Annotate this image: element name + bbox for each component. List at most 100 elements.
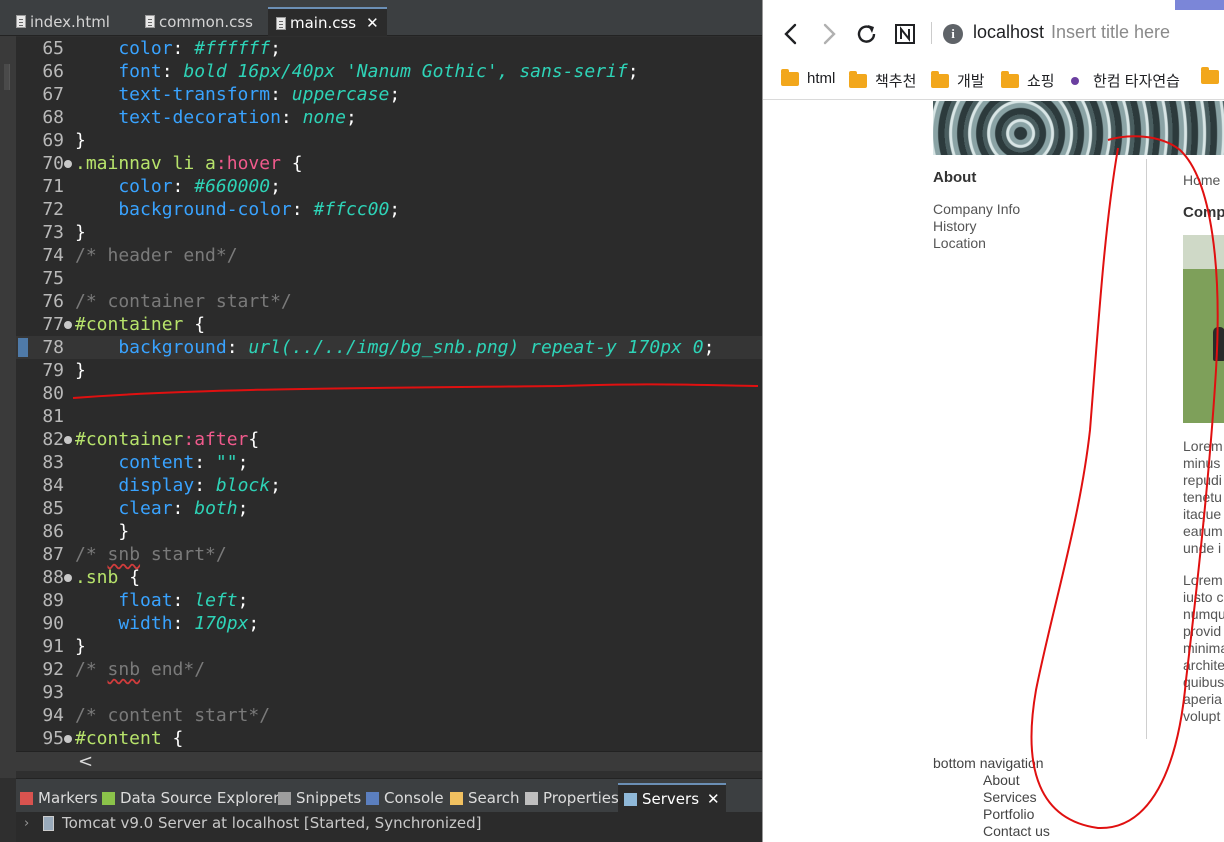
snb-link-location[interactable]: Location xyxy=(933,235,986,251)
view-tab-console[interactable]: Console xyxy=(366,785,444,811)
code-line[interactable]: 70 .mainnav li a:hover { xyxy=(16,152,762,175)
reload-icon[interactable] xyxy=(853,20,881,48)
scroll-left-icon[interactable]: < xyxy=(78,751,93,772)
servers-icon xyxy=(624,792,637,806)
code-line[interactable]: 89 float: left; xyxy=(16,589,762,612)
content-photo xyxy=(1183,235,1224,423)
breadcrumb[interactable]: Home xyxy=(1183,172,1220,188)
close-icon[interactable]: ✕ xyxy=(707,790,720,808)
line-number: 90 xyxy=(42,613,64,634)
fold-toggle-icon[interactable] xyxy=(64,574,72,582)
horizontal-scrollbar[interactable]: < xyxy=(16,751,762,772)
code-line[interactable]: 95 #content { xyxy=(16,727,762,750)
code-line[interactable]: 72 background-color: #ffcc00; xyxy=(16,198,762,221)
view-tab-markers[interactable]: Markers xyxy=(20,785,98,811)
snb-link-history[interactable]: History xyxy=(933,218,977,234)
bookmark-item[interactable]: 한컴 타자연습 xyxy=(1071,70,1180,91)
notion-icon[interactable] xyxy=(891,20,919,48)
snb-link-company-info[interactable]: Company Info xyxy=(933,201,1020,217)
bookmark-item[interactable]: html xyxy=(781,68,836,87)
code-line[interactable]: 91} xyxy=(16,635,762,658)
code-text: #container:after{ xyxy=(75,428,259,451)
code-line[interactable]: 71 color: #660000; xyxy=(16,175,762,198)
code-line[interactable]: 77 #container { xyxy=(16,313,762,336)
code-line[interactable]: 78 background: url(../../img/bg_snb.png)… xyxy=(16,336,762,359)
bookmark-item[interactable]: 개발 xyxy=(931,70,985,91)
code-line[interactable]: 85 clear: both; xyxy=(16,497,762,520)
code-line[interactable]: 88 .snb { xyxy=(16,566,762,589)
bookmark-item[interactable] xyxy=(1201,67,1224,84)
code-line[interactable]: 82 #container:after{ xyxy=(16,428,762,451)
code-token: ; xyxy=(345,107,357,128)
code-token: float xyxy=(75,590,173,611)
code-line[interactable]: 94 /* content start*/ xyxy=(16,704,762,727)
line-number: 76 xyxy=(42,291,64,312)
web-page: About Company Info History Location Home… xyxy=(763,101,1224,842)
code-text: text-transform: uppercase; xyxy=(75,83,400,106)
code-line[interactable]: 66 font: bold 16px/40px 'Nanum Gothic', … xyxy=(16,60,762,83)
code-line[interactable]: 79} xyxy=(16,359,762,382)
code-line[interactable]: 92 /* snb end*/ xyxy=(16,658,762,681)
tab-common-css[interactable]: common.css xyxy=(137,7,261,36)
code-token: url(../../img/bg_snb.png) repeat-y 170px… xyxy=(248,337,704,358)
code-token: ; xyxy=(389,84,401,105)
bookmark-item[interactable]: 쇼핑 xyxy=(1001,70,1055,91)
code-text: background-color: #ffcc00; xyxy=(75,198,400,221)
tab-main-css[interactable]: main.css ✕ xyxy=(268,7,387,36)
code-text: display: block; xyxy=(75,474,281,497)
code-line[interactable]: 90 width: 170px; xyxy=(16,612,762,635)
code-line[interactable]: 76 /* container start*/ xyxy=(16,290,762,313)
code-token: .snb xyxy=(75,567,119,588)
close-icon[interactable]: ✕ xyxy=(366,14,379,32)
forward-icon[interactable] xyxy=(815,20,843,48)
line-number: 73 xyxy=(42,222,64,243)
code-line[interactable]: 67 text-transform: uppercase; xyxy=(16,83,762,106)
site-info-icon[interactable]: i xyxy=(943,24,963,44)
browser-tab-edge[interactable] xyxy=(1175,0,1224,10)
code-token: ; xyxy=(237,498,249,519)
fold-toggle-icon[interactable] xyxy=(64,735,72,743)
code-text: text-decoration: none; xyxy=(75,106,357,129)
code-token: #ffcc00 xyxy=(313,199,390,220)
bottom-nav-about[interactable]: About xyxy=(983,772,1020,789)
code-editor[interactable]: 65 color: #ffffff; 66 font: bold 16px/40p… xyxy=(16,37,762,751)
code-line[interactable]: 73} xyxy=(16,221,762,244)
code-line[interactable]: 81 xyxy=(16,405,762,428)
view-tab-properties[interactable]: Properties xyxy=(525,785,619,811)
address-bar[interactable]: i localhost Insert title here xyxy=(931,20,1224,50)
back-icon[interactable] xyxy=(777,20,805,48)
code-text: } xyxy=(75,520,129,543)
code-line[interactable]: 74 /* header end*/ xyxy=(16,244,762,267)
view-tab-servers[interactable]: Servers ✕ xyxy=(618,783,726,813)
fold-toggle-icon[interactable] xyxy=(64,160,72,168)
fold-toggle-icon[interactable] xyxy=(64,436,72,444)
bottom-nav-portfolio[interactable]: Portfolio xyxy=(983,806,1034,823)
bottom-nav-services[interactable]: Services xyxy=(983,789,1037,806)
code-line[interactable]: 75 xyxy=(16,267,762,290)
view-tab-data-source-explorer[interactable]: Data Source Explorer xyxy=(102,785,279,811)
code-line[interactable]: 93 xyxy=(16,681,762,704)
code-line[interactable]: 84 display: block; xyxy=(16,474,762,497)
code-line[interactable]: 69} xyxy=(16,129,762,152)
url-host: localhost xyxy=(973,22,1045,42)
bookmark-label: 한컴 타자연습 xyxy=(1093,73,1180,90)
bookmark-label: html xyxy=(807,70,836,87)
code-text: color: #ffffff; xyxy=(75,37,281,60)
bottom-nav-contact-us[interactable]: Contact us xyxy=(983,823,1050,840)
code-text: background: url(../../img/bg_snb.png) re… xyxy=(75,336,714,359)
view-tab-search[interactable]: Search xyxy=(450,785,520,811)
code-line[interactable]: 86 } xyxy=(16,520,762,543)
fold-toggle-icon[interactable] xyxy=(64,321,72,329)
code-line[interactable]: 87 /* snb start*/ xyxy=(16,543,762,566)
code-line[interactable]: 83 content: ""; xyxy=(16,451,762,474)
bookmark-item[interactable]: 책추천 xyxy=(849,70,916,91)
server-entry[interactable]: Tomcat v9.0 Server at localhost [Started… xyxy=(62,814,482,832)
code-line[interactable]: 65 color: #ffffff; xyxy=(16,37,762,60)
expand-chevron-icon[interactable]: › xyxy=(24,816,29,831)
view-tab-snippets[interactable]: Snippets xyxy=(278,785,361,811)
code-line[interactable]: 68 text-decoration: none; xyxy=(16,106,762,129)
header-banner-image xyxy=(933,101,1224,155)
code-line[interactable]: 80 xyxy=(16,382,762,405)
paragraph-line: Lorem xyxy=(1183,438,1223,454)
tab-index-html[interactable]: index.html xyxy=(8,7,118,36)
